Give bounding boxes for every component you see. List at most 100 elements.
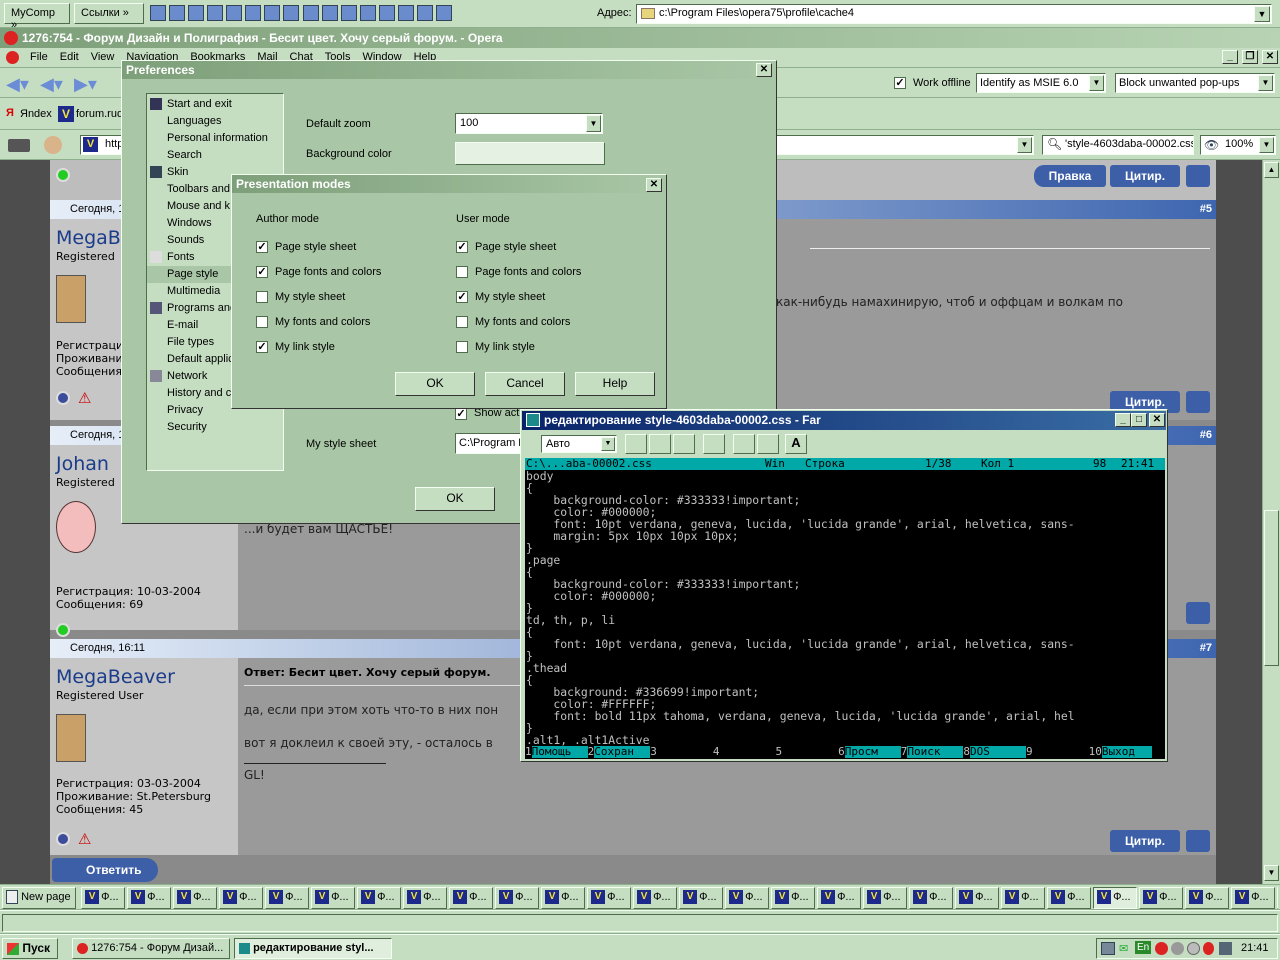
- page-tab[interactable]: VФ...: [1185, 887, 1230, 909]
- tray-volume-icon[interactable]: [1171, 942, 1184, 955]
- page-tab[interactable]: VФ...: [955, 887, 1000, 909]
- app-icon[interactable]: [264, 5, 281, 21]
- app-icon[interactable]: [435, 5, 452, 21]
- multiquote-icon[interactable]: [1186, 165, 1210, 187]
- page-tab[interactable]: VФ...: [909, 887, 954, 909]
- cancel-button[interactable]: Cancel: [485, 372, 565, 396]
- close-icon[interactable]: ✕: [646, 178, 662, 192]
- app-icon[interactable]: [416, 5, 433, 21]
- page-tab[interactable]: VФ...: [311, 887, 356, 909]
- close-icon[interactable]: ✕: [1262, 50, 1278, 64]
- page-tab[interactable]: VФ...: [541, 887, 586, 909]
- minimize-icon[interactable]: _: [1115, 413, 1131, 427]
- start-button[interactable]: Пуск: [2, 938, 58, 959]
- popup-select[interactable]: Block unwanted pop-ups ▼: [1115, 73, 1275, 93]
- quote-button[interactable]: Цитир.: [1110, 165, 1180, 187]
- links-button[interactable]: Ссылки »: [74, 3, 144, 24]
- bookmark-forum[interactable]: forum.rud: [76, 108, 123, 120]
- zoom-select[interactable]: 👁︎ 100% ▼: [1200, 135, 1276, 155]
- mycomp-button[interactable]: MyComp »: [4, 3, 70, 31]
- help-button[interactable]: Help: [575, 372, 655, 396]
- menu-file[interactable]: File: [30, 51, 48, 63]
- page-tab[interactable]: VФ...: [449, 887, 494, 909]
- app-icon[interactable]: [207, 5, 224, 21]
- checkbox[interactable]: [256, 316, 268, 329]
- checkbox-row[interactable]: Page fonts and colors: [456, 266, 581, 279]
- checkbox[interactable]: [456, 341, 468, 354]
- checkbox[interactable]: ✓: [456, 291, 468, 304]
- checkbox[interactable]: ✓: [256, 241, 268, 254]
- page-tab[interactable]: VФ...: [127, 887, 172, 909]
- page-tab[interactable]: VФ...: [357, 887, 402, 909]
- chevron-down-icon[interactable]: ▼: [1254, 6, 1270, 22]
- fullscreen-icon[interactable]: [703, 434, 725, 454]
- checkbox[interactable]: [456, 316, 468, 329]
- app-icon[interactable]: [150, 5, 166, 21]
- username[interactable]: MegaBeaver: [56, 666, 175, 688]
- page-scrollbar[interactable]: ▲ ▼: [1262, 160, 1280, 884]
- preferences-category-item[interactable]: Start and exit: [147, 96, 283, 113]
- identify-as-select[interactable]: Identify as MSIE 6.0 ▼: [976, 73, 1106, 93]
- taskbar-opera[interactable]: 1276:754 - Форум Дизай...: [72, 938, 230, 959]
- properties-icon[interactable]: [733, 434, 755, 454]
- select-icon[interactable]: [625, 434, 647, 454]
- preferences-category-item[interactable]: Search: [147, 147, 283, 164]
- close-icon[interactable]: ✕: [756, 63, 772, 77]
- scroll-thumb[interactable]: [1264, 510, 1279, 666]
- page-tab[interactable]: VФ...: [219, 887, 264, 909]
- ok-button[interactable]: OK: [395, 372, 475, 396]
- app-icon[interactable]: [397, 5, 414, 21]
- checkbox-row[interactable]: ✓ My style sheet: [456, 291, 545, 304]
- app-icon[interactable]: [378, 5, 395, 21]
- multiquote-icon[interactable]: [1186, 602, 1210, 624]
- rewind-icon[interactable]: ◀▾: [40, 74, 63, 95]
- function-key-label[interactable]: Поиск: [907, 746, 964, 758]
- checkbox-row[interactable]: ✓ My link style: [256, 341, 335, 354]
- page-tab[interactable]: VФ...: [1231, 887, 1276, 909]
- tray-network-icon[interactable]: [1101, 942, 1115, 955]
- page-tab[interactable]: VФ...: [1047, 887, 1092, 909]
- font-icon[interactable]: A: [785, 434, 807, 454]
- page-tab[interactable]: VФ...: [1277, 887, 1278, 909]
- preferences-category-item[interactable]: Languages: [147, 113, 283, 130]
- checkbox-row[interactable]: My style sheet: [256, 291, 345, 304]
- minimize-icon[interactable]: _: [1222, 50, 1238, 64]
- function-key-label[interactable]: Просм: [844, 746, 901, 758]
- new-page-tab[interactable]: New page: [2, 887, 76, 909]
- username[interactable]: MegaB: [56, 227, 121, 249]
- restore-icon[interactable]: ❐: [1242, 50, 1258, 64]
- checkbox[interactable]: ✓: [256, 341, 268, 354]
- function-key-label[interactable]: Сохран: [594, 746, 651, 758]
- language-indicator[interactable]: En: [1135, 941, 1152, 954]
- report-icon[interactable]: ⚠: [78, 389, 91, 407]
- menu-edit[interactable]: Edit: [60, 51, 79, 63]
- page-tab[interactable]: VФ...: [817, 887, 862, 909]
- tray-antivirus-icon[interactable]: [1155, 942, 1168, 955]
- page-tab[interactable]: VФ...: [1093, 887, 1138, 909]
- taskbar-far[interactable]: редактирование styl...: [234, 938, 392, 959]
- scroll-up-icon[interactable]: ▲: [1264, 162, 1279, 178]
- app-icon[interactable]: [302, 5, 319, 21]
- page-tab[interactable]: VФ...: [1139, 887, 1184, 909]
- page-tab[interactable]: VФ...: [725, 887, 770, 909]
- username[interactable]: Johan: [56, 453, 109, 475]
- checkbox-row[interactable]: ✓ Page style sheet: [456, 241, 556, 254]
- background-icon[interactable]: [757, 434, 779, 454]
- checkbox-row[interactable]: ✓ Page fonts and colors: [256, 266, 381, 279]
- checkbox[interactable]: [456, 266, 468, 279]
- search-input[interactable]: 🔍︎ 'style-4603daba-00002.css: [1042, 135, 1194, 155]
- avatar-icon[interactable]: [44, 136, 62, 154]
- work-offline-checkbox[interactable]: ✓: [894, 77, 906, 89]
- function-key-label[interactable]: DOS: [970, 746, 1026, 758]
- function-key-label[interactable]: Выход: [1101, 746, 1152, 758]
- page-tab[interactable]: VФ...: [679, 887, 724, 909]
- app-icon[interactable]: [321, 5, 338, 21]
- multiquote-icon[interactable]: [1186, 391, 1210, 413]
- reply-button[interactable]: Ответить: [52, 858, 158, 882]
- back-arrow-icon[interactable]: ◀▾: [6, 74, 29, 95]
- page-tab[interactable]: VФ...: [633, 887, 678, 909]
- page-tab[interactable]: VФ...: [173, 887, 218, 909]
- copy-icon[interactable]: [649, 434, 671, 454]
- multiquote-icon[interactable]: [1186, 830, 1210, 852]
- edit-button[interactable]: Правка: [1034, 165, 1106, 187]
